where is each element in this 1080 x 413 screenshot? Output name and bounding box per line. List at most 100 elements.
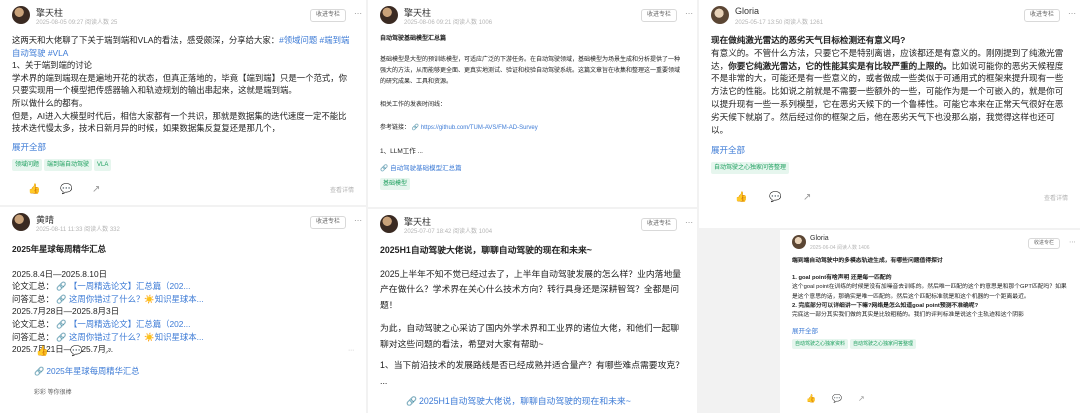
post-meta: 2025-08-11 11:33 阅读人数 332 [36, 227, 120, 233]
comment-icon[interactable]: 💬 [832, 394, 842, 403]
avatar[interactable] [12, 213, 30, 231]
post-meta: 2025-07-07 18:42 阅读人数 1004 [404, 229, 493, 235]
comment-icon[interactable]: 💬 [769, 192, 781, 203]
week-range: 2025.7月28日—2025.8月3日 [12, 306, 120, 317]
more-icon[interactable]: ⋯ [685, 9, 693, 18]
tag[interactable]: 自动驾驶之心独家资料 [792, 339, 849, 350]
collect-button[interactable]: 收进专栏 [1023, 9, 1060, 22]
post-paragraph: 1、当下前沿技术的发展路线是否已经成熟并适合量产？有哪些难点需要攻克？ ... [380, 360, 684, 386]
post-paragraph: 有意义的。不管什么方法，只要它不是特别离谱，应该都还是有意义的。刚刚提到了纯激光… [711, 47, 1064, 135]
post-paragraph: 基础模型是大型的预训练模型，可适应广泛的下游任务。在自动驾驶领域，基础模型为场景… [380, 57, 681, 85]
likes-summary: 彩彩 等你很棒 [34, 390, 72, 396]
author-name[interactable]: Gloria [810, 235, 829, 242]
article-link[interactable]: 🔗 2025年星球每周精华汇总 [12, 365, 354, 377]
link-icon: 🔗 [406, 396, 417, 406]
like-icon[interactable]: 👍 [28, 184, 40, 195]
tag[interactable]: 领域问题 [12, 158, 43, 171]
more-icon[interactable]: ⋯ [1069, 238, 1076, 246]
like-icon[interactable]: 👍 [735, 192, 747, 203]
share-icon[interactable]: ↗ [858, 394, 865, 403]
action-bar: 👍 💬 ↗ [792, 394, 1068, 408]
article-link[interactable]: 🔗 2025H1自动驾驶大佬说，聊聊自动驾驶的现在和未来~ [380, 395, 685, 407]
feed-card: 擎天柱 2025-08-06 09:21 阅读人数 1006 收进专栏 ⋯ 自动… [368, 0, 697, 207]
post-intro: 这两天和大佬聊了下关于端到端和VLA的看法，感受颇深，分享给大家： [12, 35, 280, 45]
link-icon: 🔗 [34, 365, 45, 376]
answer-2: 完底这一部分其实我们做的其实是比较粗糙的。我们的评判标准是说这个主轨迹和这个阴影 [792, 312, 1024, 319]
action-bar: 👍 💬 ↗ 查看详情 [711, 192, 1068, 206]
post-meta: 2025-08-06 09:21 阅读人数 1006 [404, 20, 493, 26]
avatar[interactable] [12, 6, 30, 24]
avatar[interactable] [380, 215, 398, 233]
post-header: 擎天柱 2025-08-06 09:21 阅读人数 1006 收进专栏 ⋯ [380, 6, 693, 34]
more-icon[interactable]: ⋯ [685, 218, 693, 227]
tag-list: 领域问题 端到端自动驾驶 VLA [12, 158, 354, 171]
question-2: 2. 完底部分可以详细讲一下嘛?网络是怎么知道goal point预测不准确呢? [792, 302, 979, 309]
share-icon[interactable]: ↗ [803, 192, 811, 203]
expand-button[interactable]: 展开全部 [12, 141, 354, 153]
qa-link[interactable]: 🔗 这周你错过了什么？☀️知识星球本... [56, 332, 203, 342]
collect-button[interactable]: 收进专栏 [640, 218, 677, 231]
answer-1: 这个goal point在训练的时候是没有加噪音去训练的。然后唯一匹配的这个的意… [792, 284, 1067, 300]
reference-link[interactable]: 🔗 https://github.com/TUM-AVS/FM-AD-Surve… [412, 125, 538, 131]
tag[interactable]: 自动驾驶之心独家问答整理 [711, 162, 790, 175]
post-body: 2025年星球每周精华汇总 2025.8.4日—2025.8.10日 论文汇总：… [12, 243, 354, 356]
expand-button[interactable]: 展开全部 [792, 325, 1068, 335]
more-icon[interactable]: ⋯ [354, 216, 362, 225]
question-1: 1. goal point有啥声明 还是每一匹配的 [792, 275, 892, 282]
comment-icon[interactable]: 💬 [60, 184, 72, 195]
tag[interactable]: 基础模型 [380, 178, 411, 190]
feed-card: Gloria 2025-05-17 13:50 阅读人数 1261 收进专栏 ⋯… [699, 0, 1080, 228]
avatar[interactable] [711, 6, 729, 24]
emphasis-text: 你要它纯激光雷达，它的性能其实是有比较严重的上限的。 [728, 60, 952, 71]
action-bar: 👍 💬 ↗ 查看详情 [12, 184, 354, 198]
collect-button[interactable]: 收进专栏 [309, 9, 346, 22]
post-question: 现在做纯激光雷达的恶劣天气目标检测还有意义吗? [711, 35, 906, 45]
post-paragraph: 但是，AI进入大模型时代后，相信大家都有一个共识，那就是数据集的迭代速度一定不能… [12, 110, 347, 134]
action-bar: 👍 💬 ↗ ⋯ [12, 346, 354, 360]
paper-link[interactable]: 🔗 【一周精选论文】汇总篇（202... [56, 319, 190, 329]
post-paragraph: 所以做什么的都有。 [12, 97, 88, 108]
share-icon[interactable]: ↗ [92, 184, 100, 195]
more-icon[interactable]: ⋯ [348, 347, 354, 354]
qa-link[interactable]: 🔗 这周你错过了什么？☀️知识星球本... [56, 294, 203, 304]
expand-button[interactable]: 展开全部 [711, 144, 1068, 156]
post-body: 这两天和大佬聊了下关于端到端和VLA的看法，感受颇深，分享给大家：#领域问题 #… [12, 34, 354, 135]
tag[interactable]: 自动驾驶之心独家问答整理 [850, 339, 917, 350]
collect-button[interactable]: 收进专栏 [309, 216, 346, 229]
post-header: 黄晴 2025-08-11 11:33 阅读人数 332 收进专栏 ⋯ [12, 213, 362, 241]
post-header: Gloria 2025-05-17 13:50 阅读人数 1261 收进专栏 ⋯ [711, 6, 1076, 34]
post-title: 端到端自动驾驶中的多模态轨迹生成，有哪些问题值得探讨 [792, 258, 943, 264]
like-icon[interactable]: 👍 [36, 346, 48, 357]
tag[interactable]: 端到端自动驾驶 [44, 158, 93, 171]
comment-icon[interactable]: 💬 [70, 346, 82, 357]
author-name[interactable]: Gloria [735, 6, 759, 16]
post-body: 端到端自动驾驶中的多模态轨迹生成，有哪些问题值得探讨 1. goal point… [792, 257, 1068, 320]
article-link[interactable]: 🔗 自动驾驶基础模型汇总篇 [380, 163, 685, 175]
summary-row: 问答汇总： 🔗 这周你错过了什么？☀️知识星球本... [12, 331, 204, 342]
more-icon[interactable]: ⋯ [354, 9, 362, 18]
like-icon[interactable]: 👍 [806, 394, 816, 403]
post-meta: 2025-05-17 13:50 阅读人数 1261 [735, 20, 824, 26]
post-title: 2025年星球每周精华汇总 [12, 244, 107, 254]
tag[interactable]: VLA [94, 158, 112, 171]
summary-row: 论文汇总： 🔗 【一周精选论文】汇总篇（202... [12, 318, 191, 329]
avatar[interactable] [380, 6, 398, 24]
post-meta: 2025-06-04 阅读人数 1406 [810, 245, 870, 251]
summary-row: 论文汇总： 🔗 【一周精选论文】汇总篇（202... [12, 281, 191, 292]
avatar[interactable] [792, 235, 806, 249]
more-icon[interactable]: ⋯ [1068, 9, 1076, 18]
post-paragraph: 1、LLM工作 ... [380, 148, 423, 155]
share-icon[interactable]: ↗ [104, 346, 112, 357]
collect-button[interactable]: 收进专栏 [1027, 238, 1060, 249]
link-icon: 🔗 [380, 165, 389, 172]
feed-card: 黄晴 2025-08-11 11:33 阅读人数 332 收进专栏 ⋯ 2025… [0, 207, 366, 413]
collect-button[interactable]: 收进专栏 [640, 9, 677, 22]
post-header: 擎天柱 2025-07-07 18:42 阅读人数 1004 收进专栏 ⋯ [380, 215, 693, 243]
reference-row: 参考链接： 🔗 https://github.com/TUM-AVS/FM-AD… [380, 125, 538, 131]
summary-row: 问答汇总： 🔗 这周你错过了什么？☀️知识星球本... [12, 293, 204, 304]
view-detail-link[interactable]: 查看详情 [330, 185, 354, 194]
feed-card: Gloria 2025-06-04 阅读人数 1406 收进专栏 ⋯ 端到端自动… [780, 230, 1080, 413]
post-meta: 2025-08-05 09:27 阅读人数 25 [36, 20, 118, 26]
view-detail-link[interactable]: 查看详情 [1044, 193, 1068, 202]
paper-link[interactable]: 🔗 【一周精选论文】汇总篇（202... [56, 281, 190, 291]
